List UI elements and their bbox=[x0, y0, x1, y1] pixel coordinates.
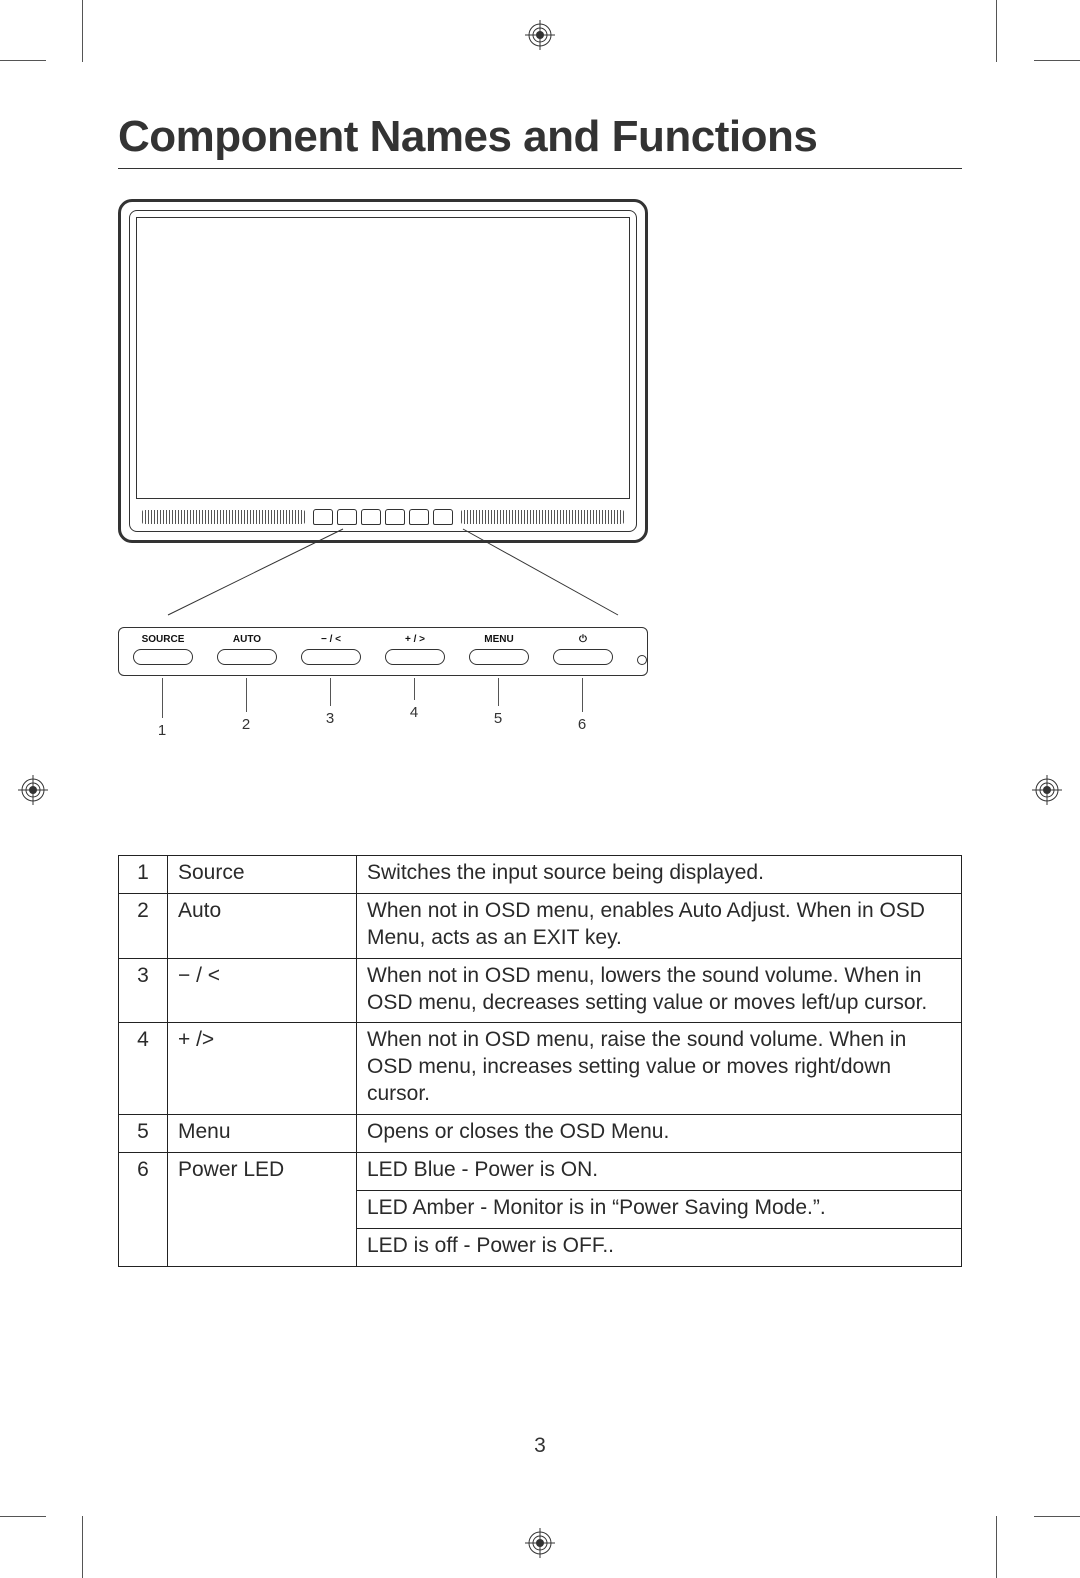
trim-mark bbox=[1034, 60, 1080, 61]
callout-leader: 2 bbox=[216, 678, 276, 739]
monitor-mini-button bbox=[313, 509, 333, 525]
panel-led bbox=[637, 641, 647, 665]
table-cell-name: + /> bbox=[168, 1023, 357, 1115]
panel-button-label: − / < bbox=[321, 634, 341, 646]
trim-mark bbox=[0, 1516, 46, 1517]
table-row: 2AutoWhen not in OSD menu, enables Auto … bbox=[119, 893, 962, 958]
panel-button-1: SOURCE bbox=[133, 634, 193, 665]
callout-leader: 5 bbox=[468, 678, 528, 739]
panel-button-shape bbox=[301, 649, 361, 665]
panel-button-3: − / < bbox=[301, 634, 361, 665]
callout-leader: 4 bbox=[384, 678, 444, 739]
callout-number: 3 bbox=[326, 710, 334, 727]
function-table: 1SourceSwitches the input source being d… bbox=[118, 855, 962, 1267]
callout-number: 2 bbox=[242, 716, 250, 733]
registration-target-icon bbox=[1032, 775, 1062, 805]
trim-mark bbox=[996, 0, 997, 62]
table-cell-desc: When not in OSD menu, enables Auto Adjus… bbox=[357, 893, 962, 958]
monitor-screen bbox=[136, 217, 630, 499]
panel-button-6: ⏻ bbox=[553, 634, 613, 665]
table-cell-name: Power LED bbox=[168, 1152, 357, 1266]
table-row: 6Power LEDLED Blue - Power is ON. bbox=[119, 1152, 962, 1190]
callout-number: 5 bbox=[494, 710, 502, 727]
table-cell-num: 6 bbox=[119, 1152, 168, 1266]
panel-button-label: AUTO bbox=[233, 634, 261, 646]
table-cell-num: 2 bbox=[119, 893, 168, 958]
panel-button-label: MENU bbox=[484, 634, 513, 646]
table-cell-desc: LED Amber - Monitor is in “Power Saving … bbox=[357, 1190, 962, 1228]
table-row: 5MenuOpens or closes the OSD Menu. bbox=[119, 1115, 962, 1153]
table-row: 3− / <When not in OSD menu, lowers the s… bbox=[119, 958, 962, 1023]
monitor-bezel-outer bbox=[118, 199, 648, 543]
callout-leader: 1 bbox=[132, 678, 192, 739]
callout-number: 4 bbox=[410, 704, 418, 721]
panel-button-shape bbox=[217, 649, 277, 665]
table-cell-num: 4 bbox=[119, 1023, 168, 1115]
table-cell-desc: Switches the input source being displaye… bbox=[357, 856, 962, 894]
control-panel-frame: SOURCE AUTO − / < + / > MENU ⏻ bbox=[118, 627, 648, 676]
panel-button-2: AUTO bbox=[217, 634, 277, 665]
table-cell-num: 5 bbox=[119, 1115, 168, 1153]
table-cell-desc: When not in OSD menu, lowers the sound v… bbox=[357, 958, 962, 1023]
power-led-icon bbox=[637, 655, 647, 665]
table-cell-name: Auto bbox=[168, 893, 357, 958]
table-cell-desc: LED Blue - Power is ON. bbox=[357, 1152, 962, 1190]
panel-button-label: + / > bbox=[405, 634, 425, 646]
table-cell-desc: Opens or closes the OSD Menu. bbox=[357, 1115, 962, 1153]
speaker-grille bbox=[142, 510, 305, 524]
table-row: 4+ />When not in OSD menu, raise the sou… bbox=[119, 1023, 962, 1115]
panel-button-shape bbox=[133, 649, 193, 665]
monitor-illustration: SOURCE AUTO − / < + / > MENU ⏻ 1 2 3 4 5 6 bbox=[118, 199, 648, 739]
callout-leader: 3 bbox=[300, 678, 360, 739]
registration-target-icon bbox=[525, 20, 555, 50]
panel-button-shape bbox=[553, 649, 613, 665]
table-cell-name: Source bbox=[168, 856, 357, 894]
monitor-mini-button bbox=[337, 509, 357, 525]
monitor-button-row bbox=[313, 509, 453, 525]
trim-mark bbox=[0, 60, 46, 61]
panel-button-label: ⏻ bbox=[579, 634, 587, 646]
table-cell-num: 1 bbox=[119, 856, 168, 894]
monitor-bezel-inner bbox=[129, 210, 637, 532]
trim-mark bbox=[1034, 1516, 1080, 1517]
table-cell-name: − / < bbox=[168, 958, 357, 1023]
table-cell-name: Menu bbox=[168, 1115, 357, 1153]
callout-number: 1 bbox=[158, 722, 166, 739]
page-number: 3 bbox=[118, 1434, 962, 1458]
panel-button-shape bbox=[469, 649, 529, 665]
panel-button-shape bbox=[385, 649, 445, 665]
registration-target-icon bbox=[525, 1528, 555, 1558]
control-panel: SOURCE AUTO − / < + / > MENU ⏻ 1 2 3 4 5 6 bbox=[118, 627, 648, 739]
registration-target-icon bbox=[18, 775, 48, 805]
table-row: 1SourceSwitches the input source being d… bbox=[119, 856, 962, 894]
table-cell-desc: LED is off - Power is OFF.. bbox=[357, 1228, 962, 1266]
monitor-mini-button bbox=[361, 509, 381, 525]
trim-mark bbox=[82, 0, 83, 62]
page-content: Component Names and Functions bbox=[118, 112, 962, 1518]
callout-number-row: 1 2 3 4 5 6 bbox=[118, 678, 648, 739]
monitor-mini-button bbox=[385, 509, 405, 525]
panel-button-4: + / > bbox=[385, 634, 445, 665]
table-cell-desc: When not in OSD menu, raise the sound vo… bbox=[357, 1023, 962, 1115]
page-sheet: Component Names and Functions bbox=[0, 0, 1080, 1578]
monitor-mini-button bbox=[409, 509, 429, 525]
trim-mark bbox=[996, 1516, 997, 1578]
table-cell-num: 3 bbox=[119, 958, 168, 1023]
monitor-mini-button bbox=[433, 509, 453, 525]
monitor-speaker-row bbox=[136, 505, 630, 531]
callout-number: 6 bbox=[578, 716, 586, 733]
speaker-grille bbox=[461, 510, 624, 524]
page-title: Component Names and Functions bbox=[118, 112, 962, 169]
panel-button-5: MENU bbox=[469, 634, 529, 665]
panel-button-label: SOURCE bbox=[142, 634, 185, 646]
callout-leader: 6 bbox=[552, 678, 612, 739]
trim-mark bbox=[82, 1516, 83, 1578]
